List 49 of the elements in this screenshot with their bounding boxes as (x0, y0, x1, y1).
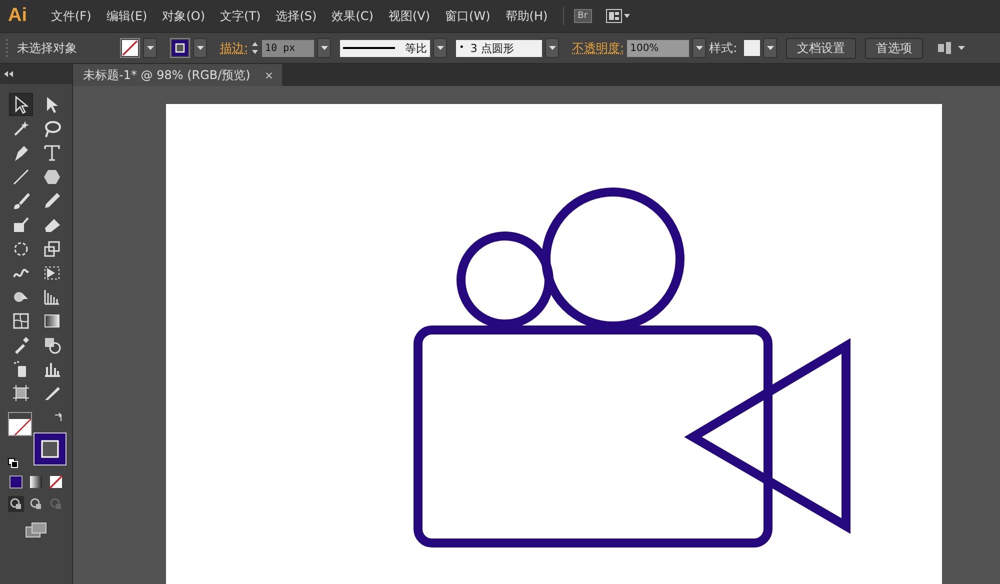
screen-mode-icon[interactable] (25, 522, 47, 538)
selection-tool-icon[interactable] (8, 93, 32, 116)
stepper-icon[interactable] (251, 41, 260, 55)
workspace-layout-icon[interactable] (606, 9, 630, 23)
stroke-profile-dropdown[interactable]: 等比 (340, 40, 430, 56)
menu-item[interactable]: 编辑(E) (98, 8, 154, 24)
none-mode-icon[interactable] (48, 474, 64, 490)
default-colors-icon[interactable] (8, 458, 18, 468)
dropdown-caret-icon[interactable] (143, 38, 157, 58)
menu-item[interactable]: 效果(C) (324, 8, 380, 24)
brush-name: 3 点圆形 (470, 40, 514, 56)
close-tab-button[interactable]: × (264, 68, 274, 82)
stroke-link[interactable]: 描边: (220, 40, 248, 56)
fill-color-swatch[interactable] (8, 412, 32, 436)
color-mode-icon[interactable] (8, 474, 24, 490)
selection-status: 未选择对象 (17, 40, 77, 56)
menu-item[interactable]: 帮助(H) (497, 8, 555, 24)
dropdown-caret-icon[interactable] (763, 38, 778, 58)
document-tab[interactable]: 未标题-1* @ 98% (RGB/预览) × (73, 64, 282, 86)
menu-item[interactable]: 窗口(W) (437, 8, 498, 24)
dropdown-caret-icon[interactable] (193, 38, 207, 58)
brush-dropdown[interactable]: • 3 点圆形 (456, 40, 542, 56)
stroke-weight-field[interactable]: 10 px (262, 40, 314, 56)
dot-text: • (459, 42, 464, 54)
toolbar-button[interactable]: 首选项 (865, 38, 924, 58)
dropdown-caret-icon[interactable] (692, 38, 706, 58)
fill-swatch[interactable] (120, 38, 140, 58)
app-logo: Ai (8, 5, 27, 27)
style-swatch[interactable] (744, 40, 760, 56)
style-label: 样式: (709, 40, 738, 56)
gradient-mode-icon[interactable] (28, 474, 44, 490)
bridge-button[interactable]: Br (574, 9, 592, 23)
arrange-icon[interactable] (938, 42, 966, 54)
dropdown-caret-icon[interactable] (317, 38, 332, 58)
stroke-swatch[interactable] (170, 38, 190, 58)
menu-item[interactable]: 文字(T) (212, 8, 268, 24)
dropdown-caret-icon[interactable] (545, 38, 560, 58)
document-title: 未标题-1* @ 98% (RGB/预览) (83, 66, 250, 84)
toolbar-button[interactable]: 文档设置 (786, 38, 856, 58)
menu-item[interactable]: 选择(S) (268, 8, 324, 24)
collapse-icon[interactable] (4, 71, 13, 77)
swap-icon[interactable] (54, 412, 64, 422)
menu-item[interactable]: 视图(V) (380, 8, 438, 24)
opacity-field[interactable]: 100% (627, 40, 690, 56)
menu-item[interactable]: 文件(F) (43, 8, 98, 24)
stroke-color-swatch[interactable] (33, 432, 67, 466)
dropdown-caret-icon[interactable] (433, 38, 448, 58)
opacity-link[interactable]: 不透明度: (572, 40, 624, 56)
menu-item[interactable]: 对象(O) (154, 8, 212, 24)
